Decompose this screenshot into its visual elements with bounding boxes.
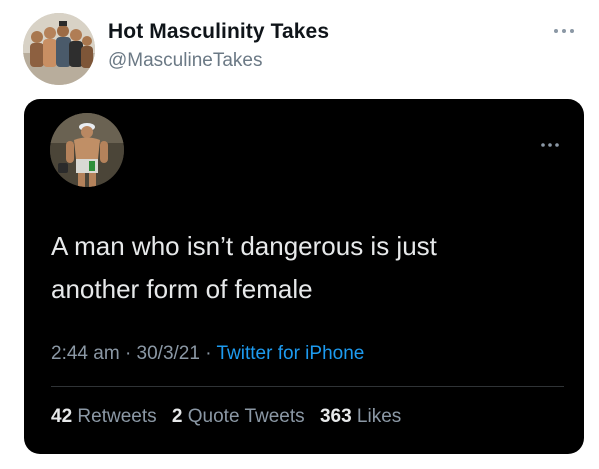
- tweet-text-line: another form of female: [51, 274, 313, 304]
- divider: [51, 386, 564, 387]
- retweets-count: 42: [51, 406, 73, 427]
- meta-separator: ·: [205, 343, 212, 364]
- tweet-metadata: 2:44 am · 30/3/21 · Twitter for iPhone: [51, 343, 364, 365]
- likes-label: Likes: [356, 406, 402, 427]
- tweet-screenshot: Hot Masculinity Takes @MasculineTakes A …: [0, 0, 599, 469]
- group-photo-icon: [23, 13, 95, 85]
- account-avatar[interactable]: [23, 13, 95, 85]
- tweet-date[interactable]: 30/3/21: [137, 343, 200, 364]
- retweets-stat[interactable]: 42 Retweets: [51, 406, 157, 427]
- ellipsis-icon[interactable]: [553, 22, 575, 33]
- ellipsis-icon[interactable]: [540, 135, 560, 147]
- likes-count: 363: [319, 406, 352, 427]
- person-photo-icon: [50, 113, 124, 187]
- tweet-stats: 42 Retweets 2 Quote Tweets 363 Likes: [51, 406, 401, 428]
- account-display-name[interactable]: Hot Masculinity Takes: [108, 20, 329, 44]
- tweet-time[interactable]: 2:44 am: [51, 343, 120, 364]
- quote-tweets-stat[interactable]: 2 Quote Tweets: [172, 406, 305, 427]
- quote-tweets-count: 2: [171, 406, 183, 427]
- author-avatar[interactable]: [50, 113, 124, 187]
- retweets-label: Retweets: [77, 406, 157, 427]
- tweet-text-line: A man who isn’t dangerous is just: [51, 231, 437, 261]
- embedded-tweet-card[interactable]: A man who isn’t dangerous is just anothe…: [24, 99, 584, 454]
- tweet-text: A man who isn’t dangerous is just anothe…: [51, 225, 551, 311]
- account-handle[interactable]: @MasculineTakes: [108, 50, 262, 72]
- meta-separator: ·: [124, 343, 132, 364]
- quote-tweets-label: Quote Tweets: [187, 406, 305, 427]
- likes-stat[interactable]: 363 Likes: [320, 406, 401, 427]
- tweet-source-link[interactable]: Twitter for iPhone: [217, 343, 365, 364]
